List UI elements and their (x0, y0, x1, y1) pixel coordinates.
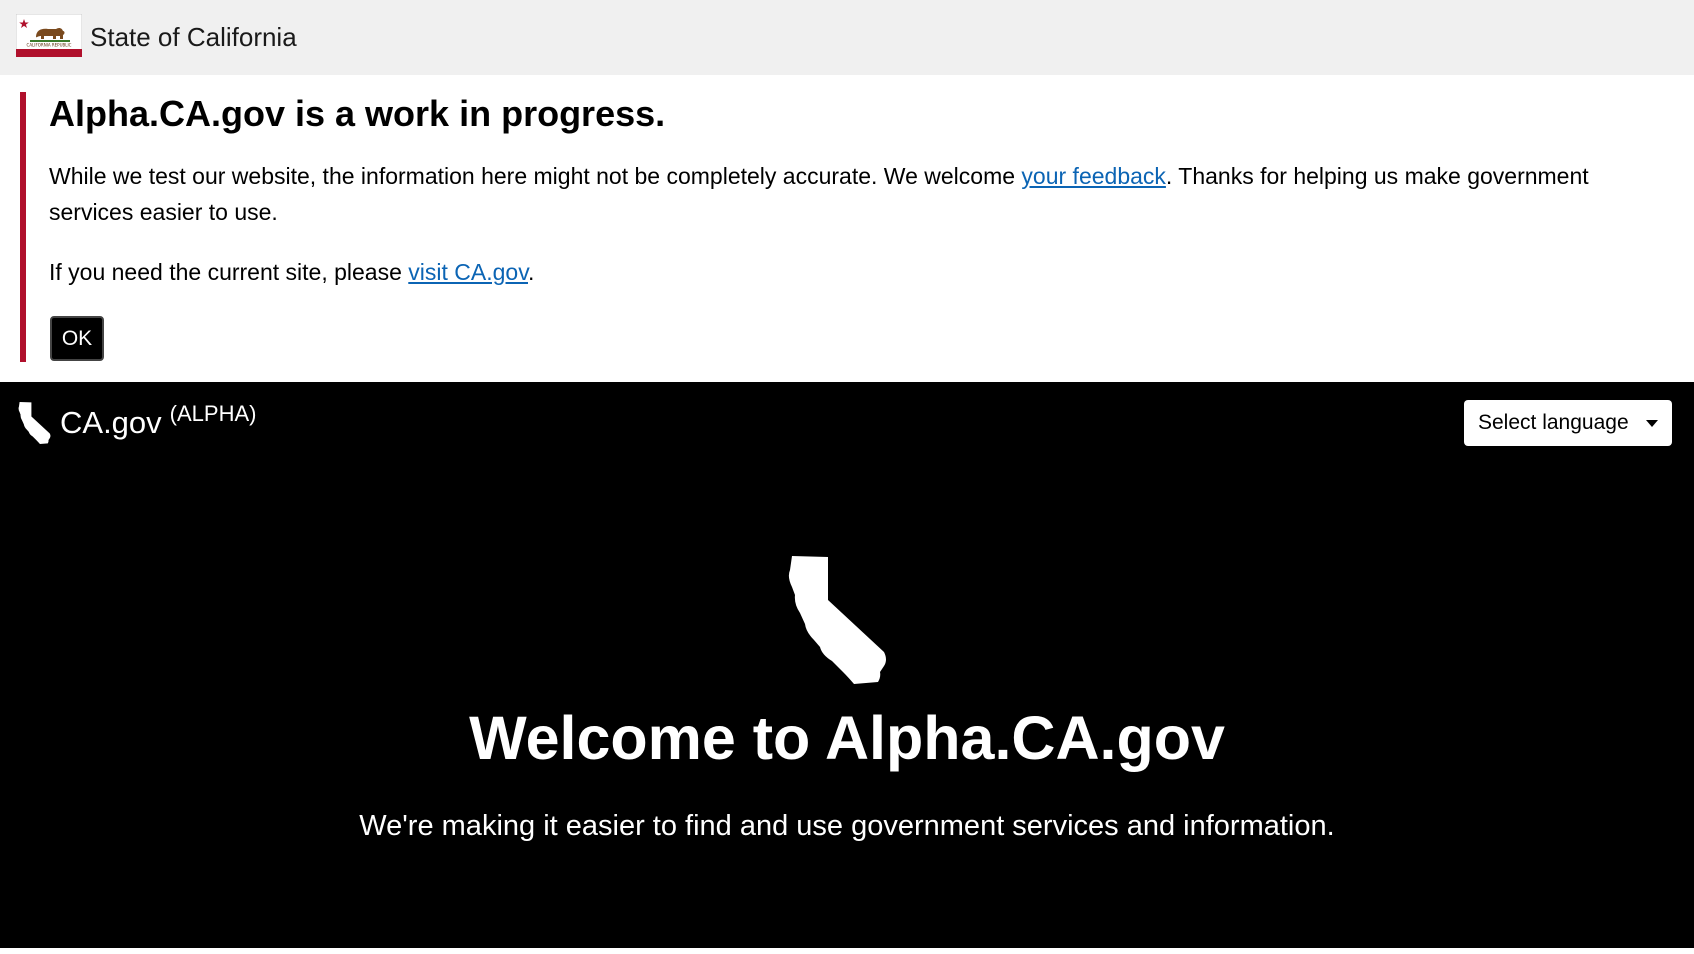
california-state-icon (788, 556, 886, 684)
select-language-button[interactable]: Select language (1464, 400, 1672, 446)
alpha-notice: Alpha.CA.gov is a work in progress. Whil… (20, 92, 1670, 362)
ok-button[interactable]: OK (50, 316, 104, 361)
flag-caption: CALIFORNIA REPUBLIC (27, 43, 72, 48)
alpha-badge: (ALPHA) (169, 401, 257, 426)
state-title: State of California (90, 22, 297, 52)
notice-current-site: If you need the current site, please vis… (49, 254, 534, 290)
california-flag-icon: CALIFORNIA REPUBLIC (16, 14, 82, 57)
visit-ca-gov-link[interactable]: visit CA.gov (408, 259, 528, 285)
hero-title: Welcome to Alpha.CA.gov (469, 704, 1225, 772)
select-language-label: Select language (1478, 411, 1629, 434)
feedback-link[interactable]: your feedback (1021, 163, 1165, 189)
hero-subtitle: We're making it easier to find and use g… (359, 810, 1335, 842)
notice-message: While we test our website, the informati… (49, 158, 1629, 230)
logo-text: CA.gov (60, 405, 162, 440)
state-bar: CALIFORNIA REPUBLIC State of California (0, 0, 1694, 75)
caret-down-icon (1646, 420, 1658, 427)
notice-current-site-text: If you need the current site, please (49, 259, 409, 285)
site-header: CA.gov (ALPHA) Select language Welcome t… (0, 382, 1694, 948)
notice-message-text: While we test our website, the informati… (49, 163, 1022, 189)
notice-current-site-period: . (528, 259, 535, 285)
california-state-icon (18, 402, 51, 444)
notice-title: Alpha.CA.gov is a work in progress. (49, 93, 666, 134)
ca-gov-logo-link[interactable]: CA.gov (ALPHA) (18, 400, 256, 446)
